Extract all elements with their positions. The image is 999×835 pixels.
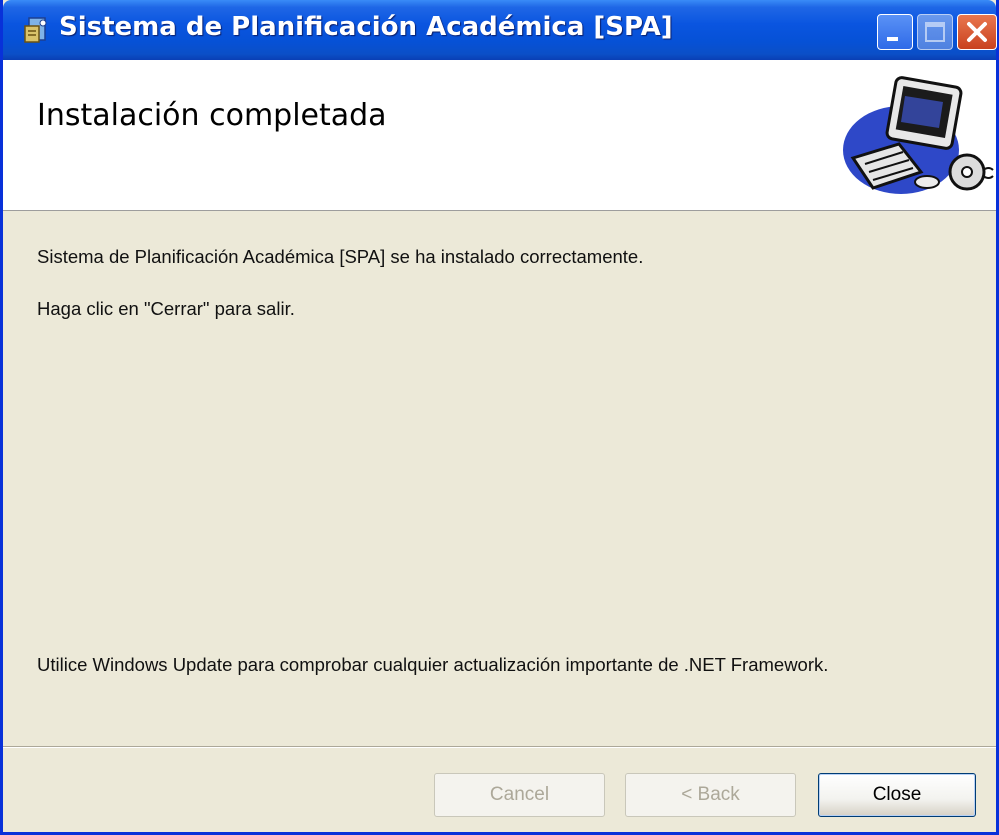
- minimize-icon: [887, 37, 898, 41]
- page-title: Instalación completada: [37, 98, 387, 133]
- maximize-icon: [925, 22, 945, 42]
- maximize-button[interactable]: [917, 14, 953, 50]
- back-button[interactable]: < Back: [625, 773, 796, 817]
- installer-app-icon: [24, 17, 47, 43]
- minimize-button[interactable]: [877, 14, 913, 50]
- title-bar[interactable]: Sistema de Planificación Académica [SPA]: [3, 0, 997, 60]
- computer-cd-clipart-icon: [843, 76, 994, 194]
- success-message: Sistema de Planificación Académica [SPA]…: [37, 246, 644, 267]
- installer-window: Sistema de Planificación Académica [SPA]…: [0, 0, 999, 835]
- header-banner: Instalación completada: [3, 60, 996, 211]
- close-button[interactable]: Close: [818, 773, 976, 817]
- close-window-button[interactable]: [957, 14, 997, 50]
- window-title: Sistema de Planificación Académica [SPA]: [59, 12, 673, 42]
- footer-divider: [3, 746, 996, 748]
- cancel-button[interactable]: Cancel: [434, 773, 605, 817]
- exit-instruction: Haga clic en "Cerrar" para salir.: [37, 298, 295, 319]
- update-notice: Utilice Windows Update para comprobar cu…: [37, 654, 829, 675]
- close-icon: [967, 22, 987, 42]
